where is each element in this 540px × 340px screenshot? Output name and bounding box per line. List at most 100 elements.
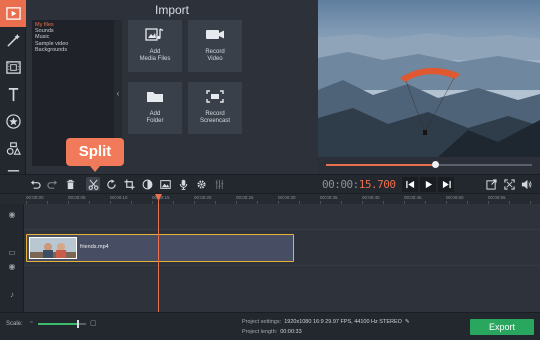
filmstrip-icon (5, 61, 21, 74)
video-preview (318, 0, 540, 157)
screencast-icon (206, 90, 224, 103)
seek-progress-fill (326, 164, 436, 166)
detach-preview-button[interactable] (484, 177, 498, 191)
equalizer-button[interactable] (212, 177, 226, 191)
add-media-files-button[interactable]: Add Media Files (128, 20, 182, 72)
chevron-left-icon: ‹ (116, 88, 120, 98)
track-headers: ◉ ▭ ◉ ♪ (0, 204, 24, 312)
folder-icon (147, 92, 163, 102)
ruler-label: 00:00:00 (26, 195, 44, 200)
timecode-seconds: 15.700 (358, 178, 396, 191)
camera-icon (206, 30, 224, 39)
music-note-icon: ♪ (10, 290, 14, 299)
pencil-icon[interactable]: ✎ (403, 319, 410, 325)
microphone-icon (179, 179, 187, 190)
eye-icon[interactable]: ◉ (2, 210, 22, 219)
volume-button[interactable] (519, 177, 533, 191)
timecode: 00:00:15.700 (322, 178, 396, 191)
ruler-label: 00:00:55 (488, 195, 506, 200)
shapes-icon (6, 142, 21, 155)
timeline-tracks[interactable]: friends.mp4 (24, 204, 540, 312)
color-adjust-button[interactable] (140, 177, 154, 191)
play-button[interactable] (420, 177, 436, 192)
undo-button[interactable] (28, 177, 42, 191)
equalizer-icon (215, 179, 223, 189)
length-label: Project length: (242, 329, 278, 335)
playhead[interactable] (158, 194, 159, 312)
clip-properties-button[interactable] (194, 177, 208, 191)
import-title: Import (154, 3, 189, 17)
fullscreen-button[interactable] (502, 177, 516, 191)
scale-handle[interactable] (77, 320, 80, 328)
split-button[interactable] (86, 177, 100, 191)
tile-label: Add Folder (146, 111, 164, 124)
export-button[interactable]: Export (470, 319, 534, 335)
ruler-label: 00:00:25 (236, 195, 254, 200)
seek-track (326, 161, 532, 168)
folder-item[interactable]: Backgrounds (35, 47, 111, 53)
clip-name: friends.mp4 (80, 244, 109, 250)
video-track-icon: ▭ (8, 248, 16, 257)
length-value: 00:00:33 (280, 329, 302, 335)
previous-frame-button[interactable] (402, 177, 418, 192)
scale-fill (38, 323, 78, 325)
stickers-tab[interactable] (0, 108, 26, 135)
project-length: Project length: 00:00:33 (242, 329, 302, 335)
scissors-icon (88, 179, 98, 190)
clip-thumbnail (29, 237, 77, 259)
audio-track[interactable] (24, 266, 540, 312)
ruler-label: 00:00:35 (320, 195, 338, 200)
scale-slider[interactable] (38, 320, 86, 328)
crop-icon (123, 178, 135, 190)
timecode-prefix: 00:00: (322, 178, 359, 191)
settings-value: 1920x1080 16:9 29.97 FPS, 44100 Hz STERE… (284, 319, 402, 325)
crop-button[interactable] (122, 177, 136, 191)
import-tab[interactable] (0, 0, 26, 27)
next-frame-button[interactable] (438, 177, 454, 192)
edit-toolbar: 00:00:15.700 (0, 174, 540, 194)
delete-button[interactable] (63, 177, 77, 191)
settings-label: Project settings: (242, 319, 282, 325)
add-folder-button[interactable]: Add Folder (128, 82, 182, 134)
undo-icon (30, 179, 41, 189)
star-icon (5, 114, 21, 129)
preview-seekbar[interactable] (318, 157, 540, 174)
picture-button[interactable] (158, 177, 172, 191)
zoom-out-icon[interactable]: ▫ (30, 319, 32, 326)
magic-wand-icon (6, 33, 20, 47)
redo-button[interactable] (45, 177, 59, 191)
tile-label: Record Video (205, 49, 225, 62)
tool-rail (0, 0, 26, 190)
ruler-label: 00:00:10 (110, 195, 128, 200)
trash-icon (66, 179, 74, 189)
clip-thumbnail-image (30, 238, 76, 258)
image-icon (159, 179, 171, 189)
preview-frame (318, 0, 540, 157)
transitions-tab[interactable] (0, 54, 26, 81)
ruler-label: 00:00:20 (194, 195, 212, 200)
split-callout: Split (66, 138, 124, 172)
tile-label: Add Media Files (139, 49, 171, 62)
record-video-button[interactable]: Record Video (188, 20, 242, 72)
contrast-icon (142, 179, 152, 189)
rotate-button[interactable] (104, 177, 118, 191)
filters-tab[interactable] (0, 27, 26, 54)
eye-icon[interactable]: ◉ (2, 262, 22, 271)
seek-handle[interactable] (432, 161, 440, 168)
media-files-icon (145, 28, 164, 41)
footer-bar: Scale: ▫ ▢ Project settings: 1920x1080 1… (0, 312, 540, 340)
skip-back-icon (405, 180, 414, 189)
fullscreen-icon (503, 178, 515, 190)
record-screencast-button[interactable]: Record Screencast (188, 82, 242, 134)
video-clip[interactable]: friends.mp4 (26, 234, 294, 262)
ruler-label: 00:00:50 (446, 195, 464, 200)
zoom-in-icon[interactable]: ▢ (90, 319, 97, 327)
record-audio-button[interactable] (176, 177, 190, 191)
callouts-tab[interactable] (0, 135, 26, 162)
titles-tab[interactable] (0, 81, 26, 108)
skip-forward-icon (442, 180, 451, 189)
titles-icon (8, 88, 18, 102)
overlay-track[interactable] (24, 204, 540, 230)
timeline-ruler[interactable]: 00:00:00 00:00:05 00:00:10 00:00:15 00:0… (0, 194, 540, 204)
ruler-label: 00:00:05 (68, 195, 86, 200)
